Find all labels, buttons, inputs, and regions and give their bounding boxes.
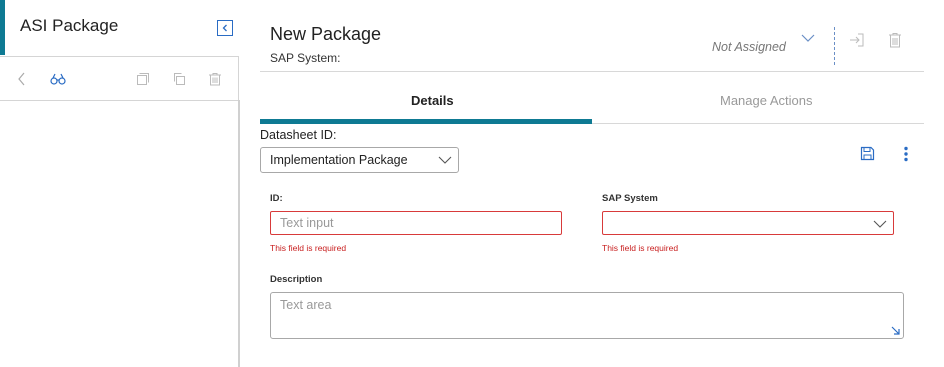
package-title: New Package [270, 24, 382, 44]
datasheet-label: Datasheet ID: [260, 128, 337, 142]
tab-manage-actions[interactable]: Manage Actions [720, 93, 813, 108]
chevron-down-icon[interactable] [801, 30, 815, 42]
binoculars-icon[interactable] [50, 71, 66, 87]
active-tab-indicator [260, 119, 592, 124]
back-arrow-icon[interactable] [14, 71, 30, 87]
collapse-panel-button[interactable] [217, 20, 233, 36]
trash-icon[interactable] [888, 32, 904, 48]
duplicate-icon[interactable] [171, 71, 187, 87]
left-panel-title: ASI Package [20, 16, 119, 35]
assignment-status: Not Assigned [712, 40, 786, 54]
panel-divider[interactable] [238, 100, 240, 367]
description-textarea[interactable]: Text area [270, 292, 904, 339]
header-divider [260, 71, 924, 72]
copy-icon[interactable] [135, 71, 151, 87]
datasheet-selected-value: Implementation Package [270, 153, 408, 167]
left-panel-toolbar [0, 56, 239, 101]
chevron-down-icon [873, 220, 887, 228]
description-label: Description [270, 274, 323, 285]
id-error: This field is required [270, 243, 347, 253]
id-input[interactable]: Text input [270, 211, 562, 235]
left-panel-accent-bar [0, 0, 5, 55]
sap-system-label: SAP System [602, 193, 658, 204]
sign-in-icon[interactable] [849, 32, 865, 48]
tab-details[interactable]: Details [411, 93, 454, 108]
chevron-left-icon [222, 24, 227, 32]
chevron-down-icon [438, 156, 452, 164]
id-label: ID: [270, 193, 283, 204]
header-separator [834, 27, 835, 65]
save-icon[interactable] [860, 146, 875, 161]
sap-system-error: This field is required [602, 243, 679, 253]
datasheet-select[interactable]: Implementation Package [260, 147, 459, 173]
sap-system-select[interactable] [602, 211, 894, 235]
more-options-icon[interactable] [903, 146, 909, 162]
trash-icon[interactable] [207, 71, 223, 87]
tab-divider [592, 123, 924, 124]
resize-handle-icon[interactable] [891, 326, 900, 335]
package-subtitle: SAP System: [270, 51, 341, 65]
description-placeholder: Text area [280, 298, 332, 312]
